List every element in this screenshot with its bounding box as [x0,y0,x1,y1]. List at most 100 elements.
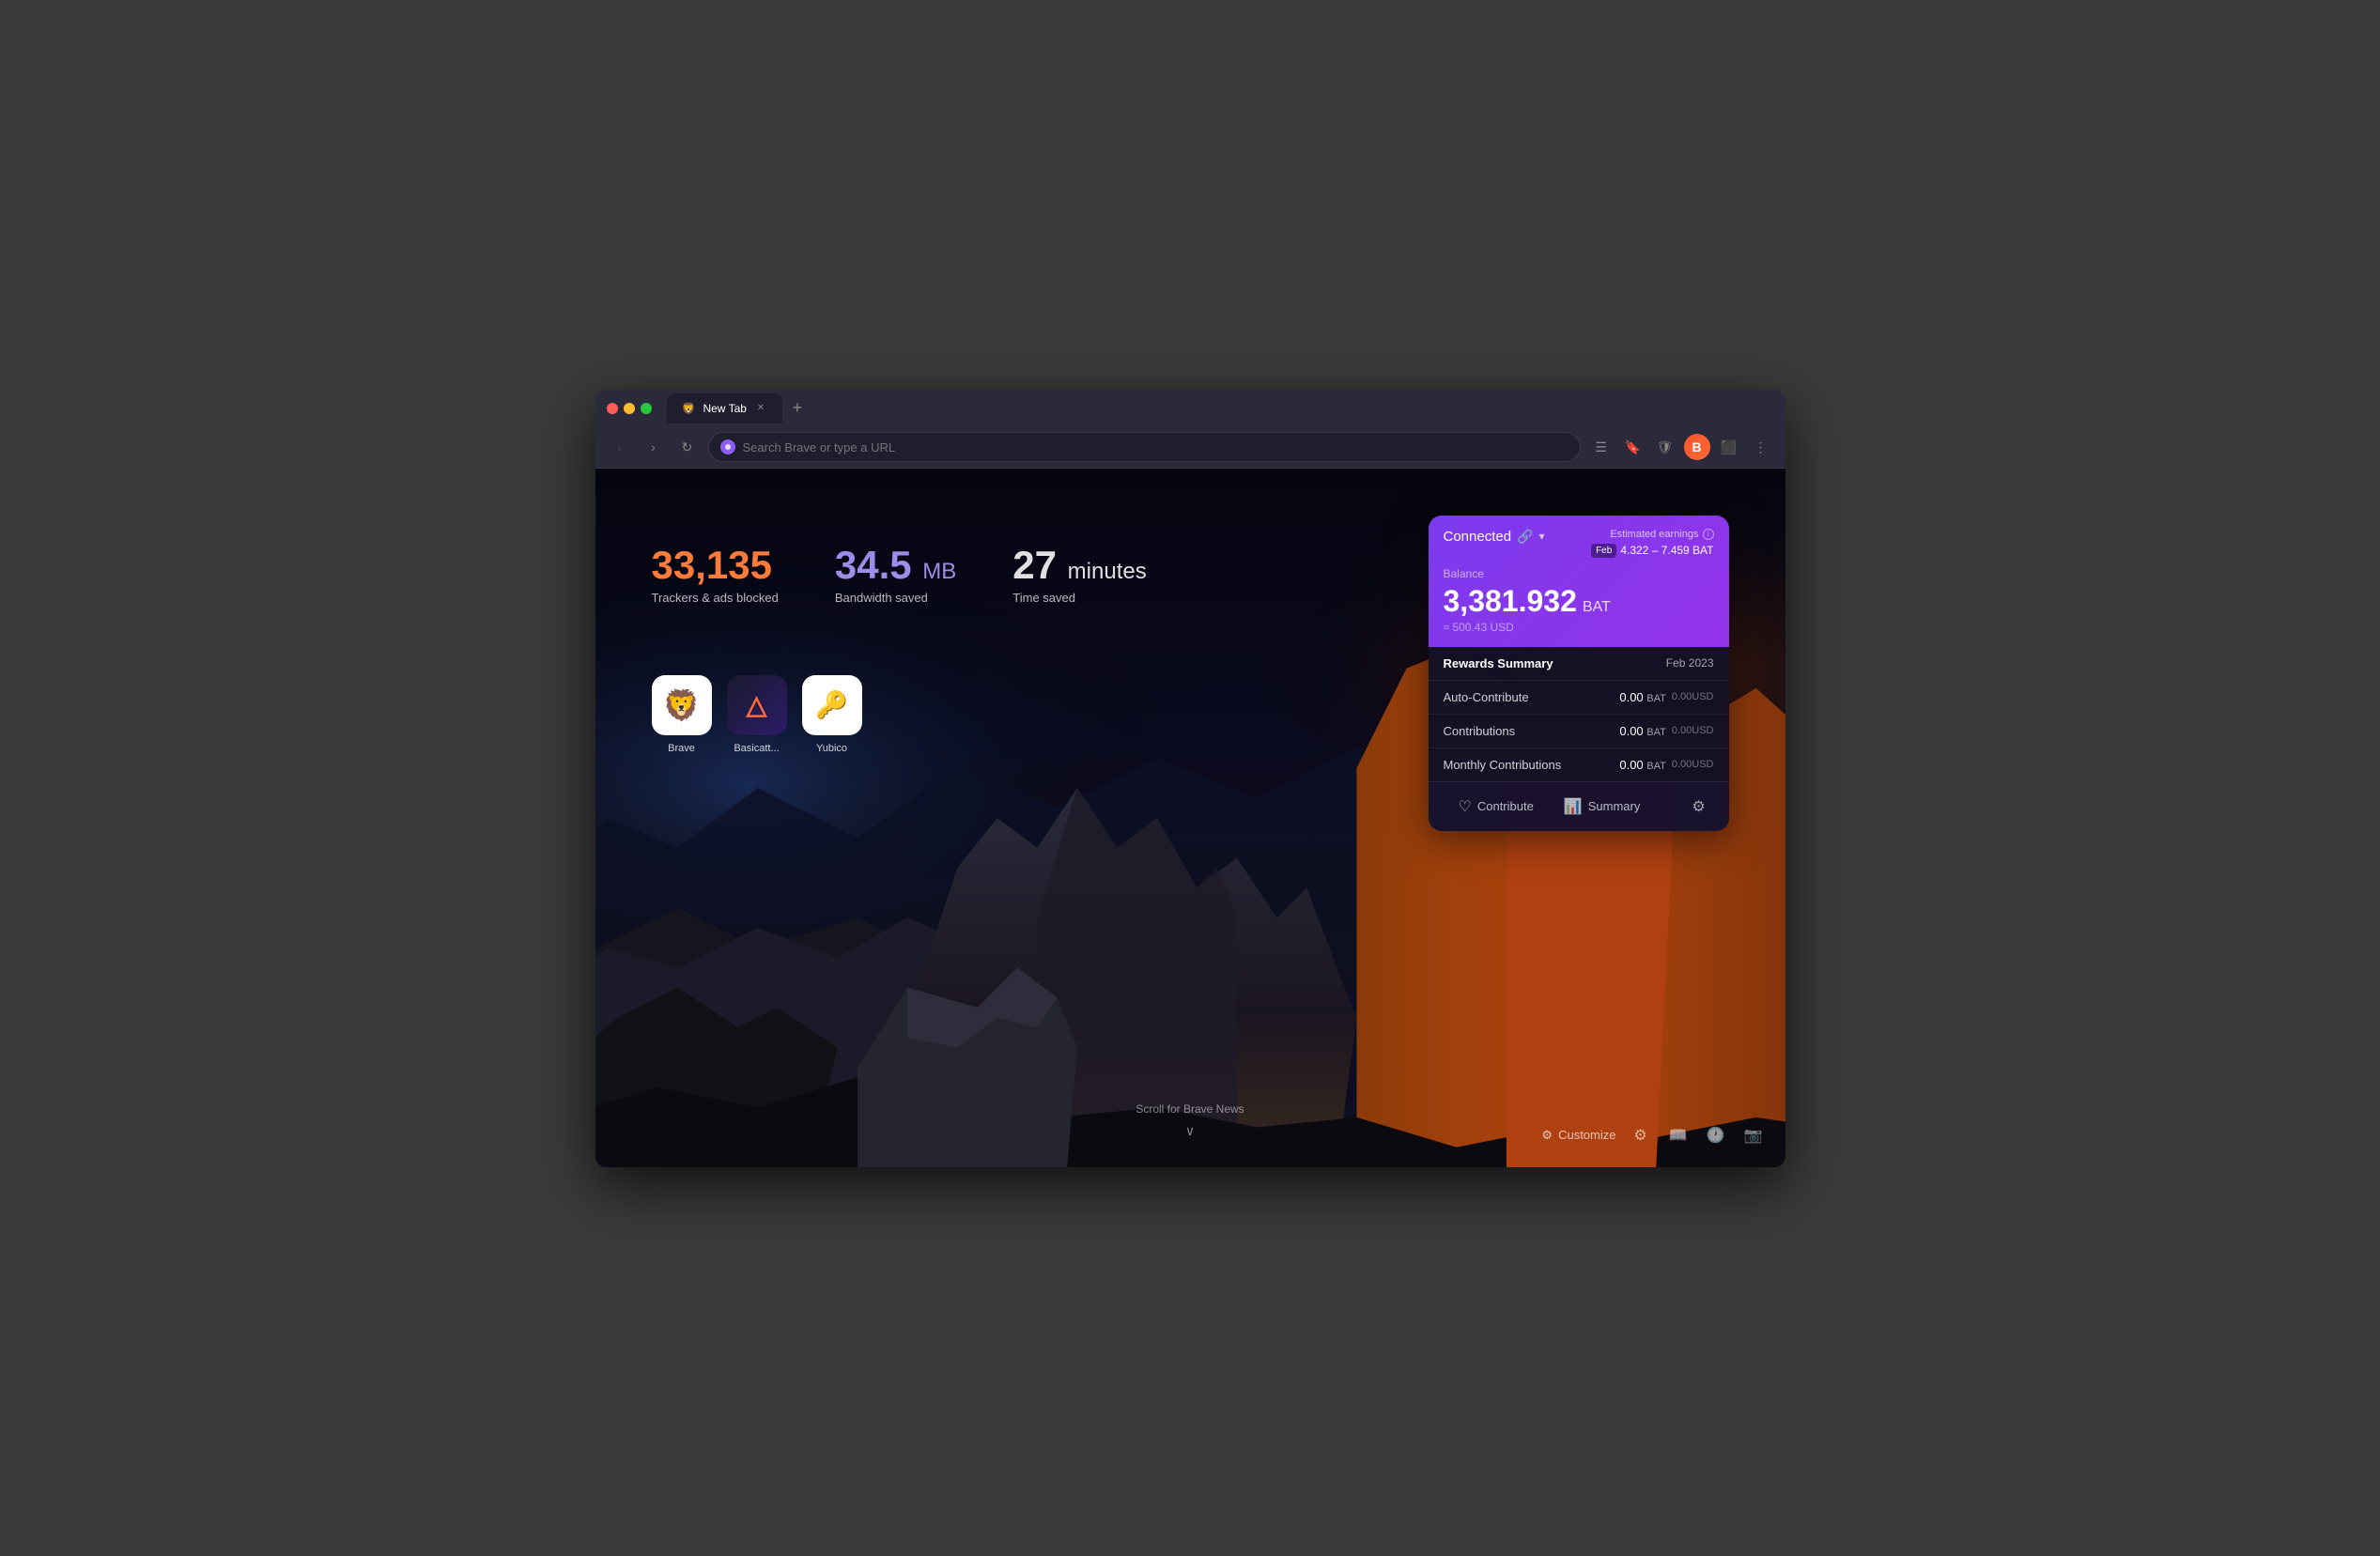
contribute-label: Contribute [1477,799,1534,813]
brave-shortcut-icon: 🦁 [652,675,712,735]
summary-row-contributions: Contributions 0.00 BAT 0.00USD [1429,715,1729,748]
time-stat: 27 minutes Time saved [1012,544,1146,605]
shortcuts-area: 🦁 Brave △ Basicatt... 🔑 Yubico [652,675,862,754]
browser-window: 🦁 New Tab ✕ + ‹ › ↻ ☰ 🔖 🛡 B ⬛ ⋮ [595,390,1785,1167]
basicatt-shortcut-icon: △ [727,675,787,735]
new-tab-button[interactable]: + [786,397,809,420]
brave-rewards-icon[interactable]: B [1684,434,1710,460]
yubico-shortcut-label: Yubico [816,743,847,754]
shortcut-brave[interactable]: 🦁 Brave [652,675,712,754]
maximize-button[interactable] [641,403,652,414]
scroll-text: Scroll for Brave News [1136,1102,1244,1116]
summary-tab[interactable]: 📊 Summary [1549,792,1656,822]
balance-label: Balance [1444,567,1714,580]
contributions-usd: 0.00USD [1672,725,1714,736]
bandwidth-label: Bandwidth saved [835,591,956,605]
minimize-button[interactable] [624,403,635,414]
info-icon[interactable]: i [1703,529,1714,540]
forward-button[interactable]: › [641,434,667,460]
tab-title: New Tab [703,402,746,415]
basicatt-shortcut-label: Basicatt... [734,743,779,754]
reader-view-icon[interactable]: ☰ [1588,434,1615,460]
customize-button[interactable]: ⚙ Customize [1541,1128,1615,1143]
contributions-bat: 0.00 BAT [1619,724,1666,738]
summary-row-monthly: Monthly Contributions 0.00 BAT 0.00USD [1429,748,1729,781]
active-tab[interactable]: 🦁 New Tab ✕ [667,393,782,424]
video-icon-btn[interactable]: 📷 [1740,1122,1767,1148]
close-button[interactable] [607,403,618,414]
time-label: Time saved [1012,591,1146,605]
connected-row[interactable]: Connected 🔗 ▾ [1444,529,1545,545]
rewards-widget: Connected 🔗 ▾ Estimated earnings i Feb 4… [1429,516,1729,831]
monthly-contributions-value: 0.00 BAT 0.00USD [1619,758,1713,772]
estimated-value: Feb 4.322 – 7.459 BAT [1591,544,1713,558]
title-bar: 🦁 New Tab ✕ + [595,390,1785,427]
estimated-label: Estimated earnings i [1591,529,1713,540]
trackers-count: 33,135 [652,544,779,587]
summary-title: Rewards Summary [1444,656,1553,670]
yubico-shortcut-icon: 🔑 [802,675,862,735]
rewards-settings-button[interactable]: ⚙ [1684,792,1714,822]
auto-contribute-label: Auto-Contribute [1444,690,1529,704]
auto-contribute-usd: 0.00USD [1672,691,1714,702]
summary-icon: 📊 [1564,797,1583,816]
contribute-icon: ♡ [1459,797,1472,816]
summary-month: Feb 2023 [1666,656,1714,670]
summary-header: Rewards Summary Feb 2023 [1429,647,1729,681]
balance-usd: ≈ 500.43 USD [1444,621,1714,634]
bandwidth-stat: 34.5 MB Bandwidth saved [835,544,956,605]
refresh-button[interactable]: ↻ [674,434,701,460]
contribute-tab[interactable]: ♡ Contribute [1444,792,1549,822]
monthly-contributions-usd: 0.00USD [1672,759,1714,770]
feb-badge: Feb [1591,544,1616,558]
scroll-chevron-icon: ∨ [1185,1123,1195,1139]
back-button[interactable]: ‹ [607,434,633,460]
link-icon: 🔗 [1517,529,1533,545]
stat-row: 33,135 Trackers & ads blocked 34.5 MB Ba… [652,544,1147,605]
brave-shortcut-label: Brave [668,743,695,754]
auto-contribute-bat: 0.00 BAT [1619,690,1666,704]
balance-section: Balance 3,381.932 BAT ≈ 500.43 USD [1444,558,1714,634]
monthly-contributions-label: Monthly Contributions [1444,758,1562,772]
search-input[interactable] [743,440,1569,454]
search-bar[interactable] [708,432,1581,462]
bookmark-icon[interactable]: 🔖 [1620,434,1646,460]
bat-range: 4.322 – 7.459 BAT [1620,544,1713,557]
nav-right: ☰ 🔖 🛡 B ⬛ ⋮ [1588,434,1774,460]
history-icon-btn[interactable]: 🕐 [1703,1122,1729,1148]
chevron-down-icon: ▾ [1539,530,1545,543]
traffic-lights [607,403,652,414]
balance-bat-unit: BAT [1583,599,1611,616]
shortcut-yubico[interactable]: 🔑 Yubico [802,675,862,754]
trackers-label: Trackers & ads blocked [652,591,779,605]
more-menu-icon[interactable]: ⋮ [1748,434,1774,460]
settings-icon-btn[interactable]: ⚙ [1628,1122,1654,1148]
customize-icon: ⚙ [1541,1128,1553,1143]
nav-bar: ‹ › ↻ ☰ 🔖 🛡 B ⬛ ⋮ [595,427,1785,469]
estimated-earnings: Estimated earnings i Feb 4.322 – 7.459 B… [1591,529,1713,558]
tab-close-button[interactable]: ✕ [754,402,767,415]
contributions-value: 0.00 BAT 0.00USD [1619,724,1713,738]
bottom-right-controls: ⚙ Customize ⚙ 📖 🕐 📷 [1541,1122,1766,1148]
connected-text: Connected [1444,529,1512,545]
rewards-tabs: ♡ Contribute 📊 Summary ⚙ [1429,781,1729,831]
shield-icon[interactable]: 🛡 [1652,434,1678,460]
summary-label: Summary [1588,799,1641,813]
main-content: 33,135 Trackers & ads blocked 34.5 MB Ba… [595,469,1785,1167]
rewards-summary-section: Rewards Summary Feb 2023 Auto-Contribute… [1429,647,1729,781]
rewards-header: Connected 🔗 ▾ Estimated earnings i Feb 4… [1429,516,1729,647]
extensions-icon[interactable]: ⬛ [1716,434,1742,460]
auto-contribute-value: 0.00 BAT 0.00USD [1619,690,1713,704]
rewards-header-top: Connected 🔗 ▾ Estimated earnings i Feb 4… [1444,529,1714,558]
trackers-stat: 33,135 Trackers & ads blocked [652,544,779,605]
shortcut-basicatt[interactable]: △ Basicatt... [727,675,787,754]
summary-row-auto-contribute: Auto-Contribute 0.00 BAT 0.00USD [1429,681,1729,715]
search-bar-icon [720,439,735,454]
customize-label: Customize [1558,1128,1615,1142]
reading-list-icon-btn[interactable]: 📖 [1665,1122,1692,1148]
stats-area: 33,135 Trackers & ads blocked 34.5 MB Ba… [652,544,1147,620]
balance-number: 3,381.932 [1444,584,1577,619]
contributions-label: Contributions [1444,724,1516,738]
tab-area: 🦁 New Tab ✕ + [667,393,1774,424]
bandwidth-amount: 34.5 MB [835,544,956,587]
